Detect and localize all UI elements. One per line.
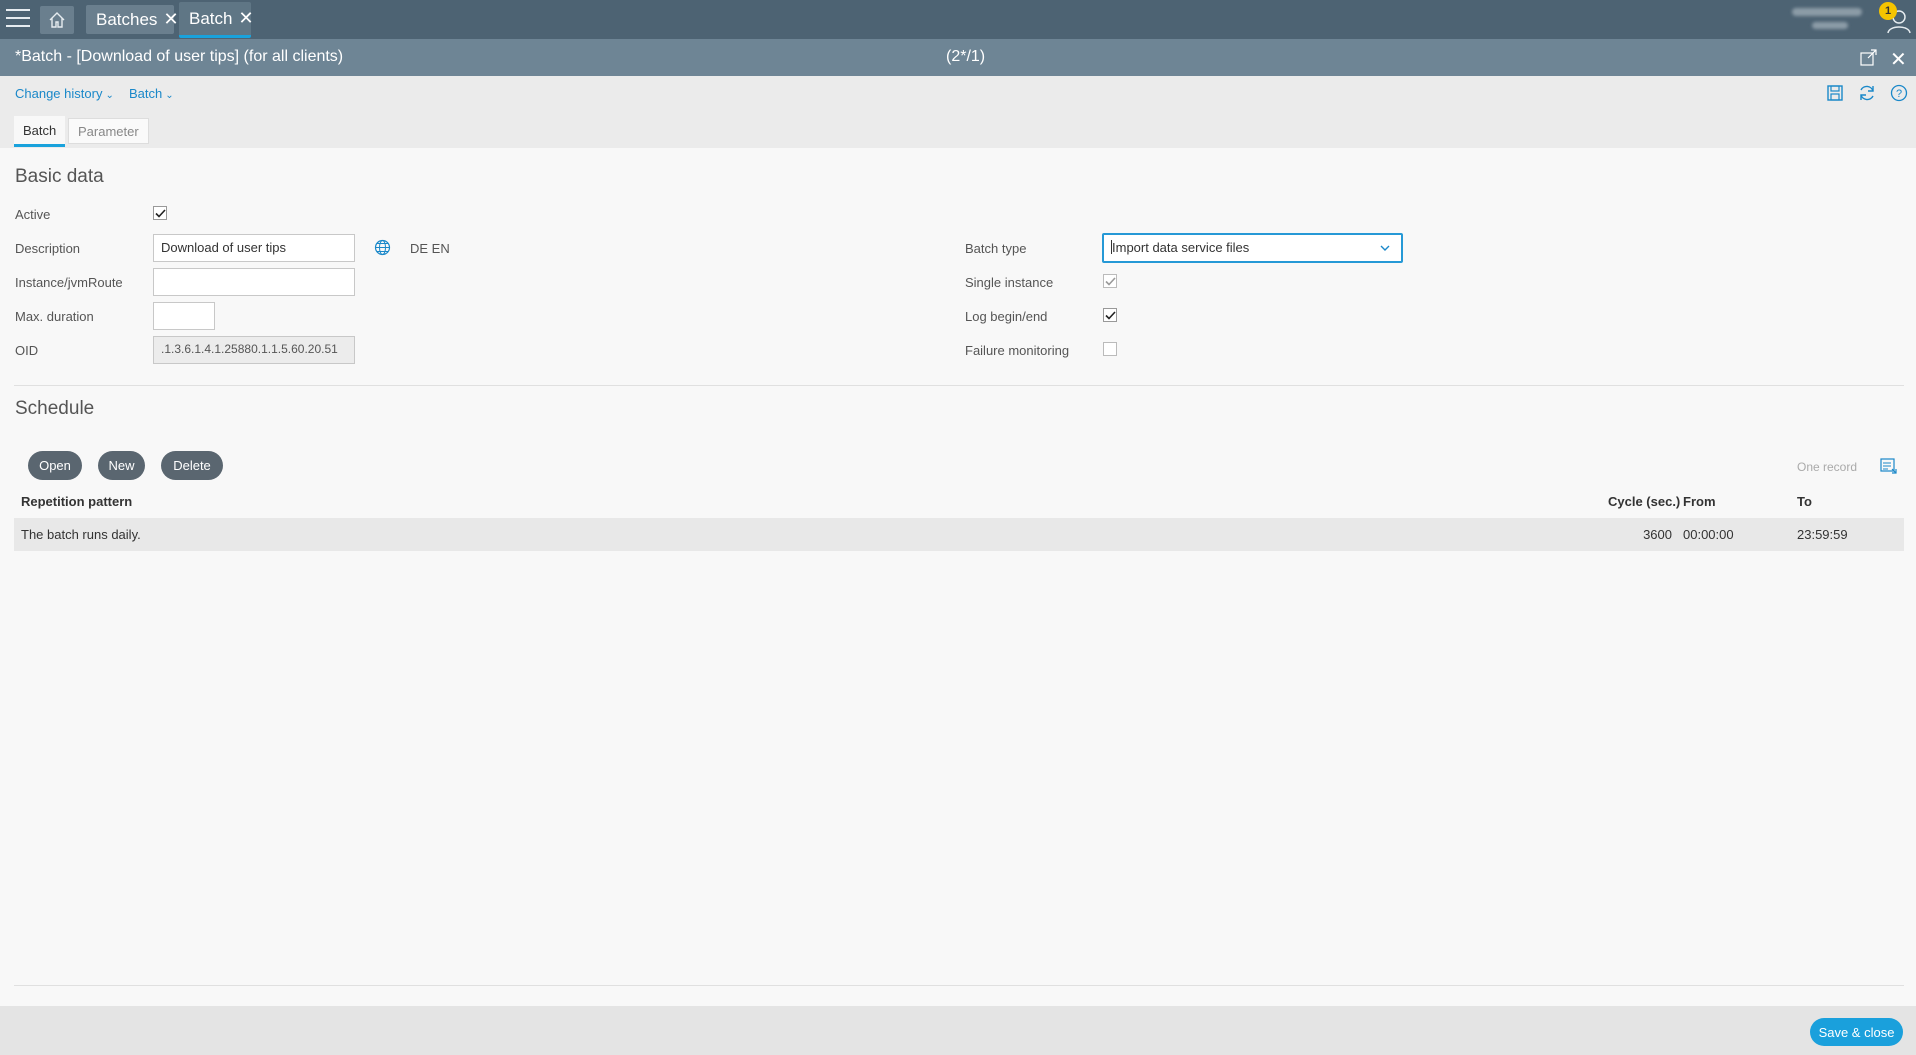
- instance-input[interactable]: [153, 268, 355, 296]
- table-row[interactable]: [14, 518, 1904, 551]
- user-menu[interactable]: 1: [1776, 0, 1916, 39]
- save-icon[interactable]: [1826, 84, 1844, 105]
- close-tab-icon[interactable]: ✕: [238, 8, 253, 29]
- description-label: Description: [15, 241, 81, 256]
- failure-monitoring-label: Failure monitoring: [965, 343, 1070, 358]
- batch-menu-label: Batch: [129, 86, 163, 101]
- export-list-icon[interactable]: [1880, 457, 1898, 475]
- active-checkbox[interactable]: [153, 206, 167, 220]
- open-button[interactable]: Open: [28, 451, 82, 480]
- globe-icon[interactable]: [374, 239, 391, 256]
- toolbar-icons: ?: [1826, 84, 1916, 108]
- cell-cycle: 3600: [1643, 527, 1672, 542]
- change-history-menu[interactable]: Change history ⌄: [15, 86, 114, 101]
- log-begin-end-label: Log begin/end: [965, 309, 1048, 324]
- new-button[interactable]: New: [98, 451, 145, 480]
- column-header-repetition-pattern[interactable]: Repetition pattern: [21, 494, 132, 509]
- column-header-from[interactable]: From: [1683, 494, 1716, 509]
- tab-batch[interactable]: Batch ✕: [179, 2, 254, 38]
- active-label: Active: [15, 207, 51, 222]
- user-name-blurred: [1792, 8, 1862, 16]
- help-icon[interactable]: ?: [1890, 84, 1908, 105]
- oid-label: OID: [15, 343, 39, 358]
- tab-batches-label: Batches: [96, 9, 158, 29]
- batch-type-select[interactable]: Import data service files: [1102, 233, 1403, 263]
- save-close-button[interactable]: Save & close: [1810, 1018, 1903, 1046]
- instance-label: Instance/jvmRoute: [15, 275, 123, 290]
- batch-type-label: Batch type: [965, 241, 1027, 256]
- window-title-bar: *Batch - [Download of user tips] (for al…: [0, 39, 1916, 76]
- section-title-schedule: Schedule: [15, 398, 95, 419]
- section-divider: [14, 385, 1904, 386]
- failure-monitoring-checkbox[interactable]: [1103, 342, 1117, 356]
- chevron-down-icon: ⌄: [105, 90, 114, 101]
- tab-parameter[interactable]: Parameter: [68, 118, 149, 144]
- hamburger-menu-icon[interactable]: [6, 9, 30, 29]
- top-bar: Batches ✕ Batch ✕ 1: [0, 0, 1916, 39]
- popout-icon[interactable]: [1860, 49, 1877, 66]
- batch-menu[interactable]: Batch ⌄: [129, 86, 174, 101]
- log-begin-end-checkbox[interactable]: [1103, 308, 1117, 322]
- record-counter: (2*/1): [946, 48, 986, 65]
- footer-bar: [0, 1006, 1916, 1055]
- section-title-basic-data: Basic data: [15, 166, 104, 187]
- chevron-down-icon: ⌄: [165, 90, 174, 101]
- close-tab-icon[interactable]: ✕: [163, 9, 178, 30]
- tab-batch-form[interactable]: Batch: [14, 116, 66, 147]
- content-divider: [14, 985, 1904, 986]
- column-header-to[interactable]: To: [1797, 494, 1812, 509]
- form-toolbar: Change history ⌄ Batch ⌄ ? Batch Parameter: [0, 76, 1916, 148]
- description-input[interactable]: Download of user tips: [153, 234, 355, 262]
- cell-repetition-pattern: The batch runs daily.: [21, 527, 141, 542]
- refresh-icon[interactable]: [1858, 84, 1876, 105]
- svg-text:?: ?: [1896, 88, 1902, 100]
- max-duration-label: Max. duration: [15, 309, 94, 324]
- single-instance-label: Single instance: [965, 275, 1054, 290]
- chevron-down-icon: [1380, 245, 1390, 251]
- checkmark-icon: [154, 208, 166, 218]
- single-instance-checkbox[interactable]: [1103, 274, 1117, 288]
- language-codes[interactable]: DE EN: [410, 241, 450, 256]
- user-role-blurred: [1812, 22, 1848, 29]
- cell-to: 23:59:59: [1797, 527, 1848, 542]
- max-duration-input[interactable]: [153, 302, 215, 330]
- tab-batches[interactable]: Batches ✕: [86, 5, 179, 34]
- window-title: *Batch - [Download of user tips] (for al…: [15, 48, 344, 65]
- oid-value: .1.3.6.1.4.1.25880.1.1.5.60.20.51: [153, 336, 355, 364]
- close-window-icon[interactable]: ✕: [1890, 47, 1907, 72]
- delete-button[interactable]: Delete: [161, 451, 223, 480]
- checkmark-icon: [1104, 276, 1116, 286]
- notification-badge[interactable]: 1: [1879, 2, 1897, 20]
- batch-type-value: Import data service files: [1112, 240, 1250, 255]
- column-header-cycle[interactable]: Cycle (sec.): [1608, 494, 1680, 509]
- record-count: One record: [1797, 460, 1858, 474]
- tab-batch-label: Batch: [189, 8, 233, 28]
- cell-from: 00:00:00: [1683, 527, 1734, 542]
- change-history-label: Change history: [15, 86, 103, 101]
- home-icon[interactable]: [40, 6, 74, 34]
- checkmark-icon: [1104, 310, 1116, 320]
